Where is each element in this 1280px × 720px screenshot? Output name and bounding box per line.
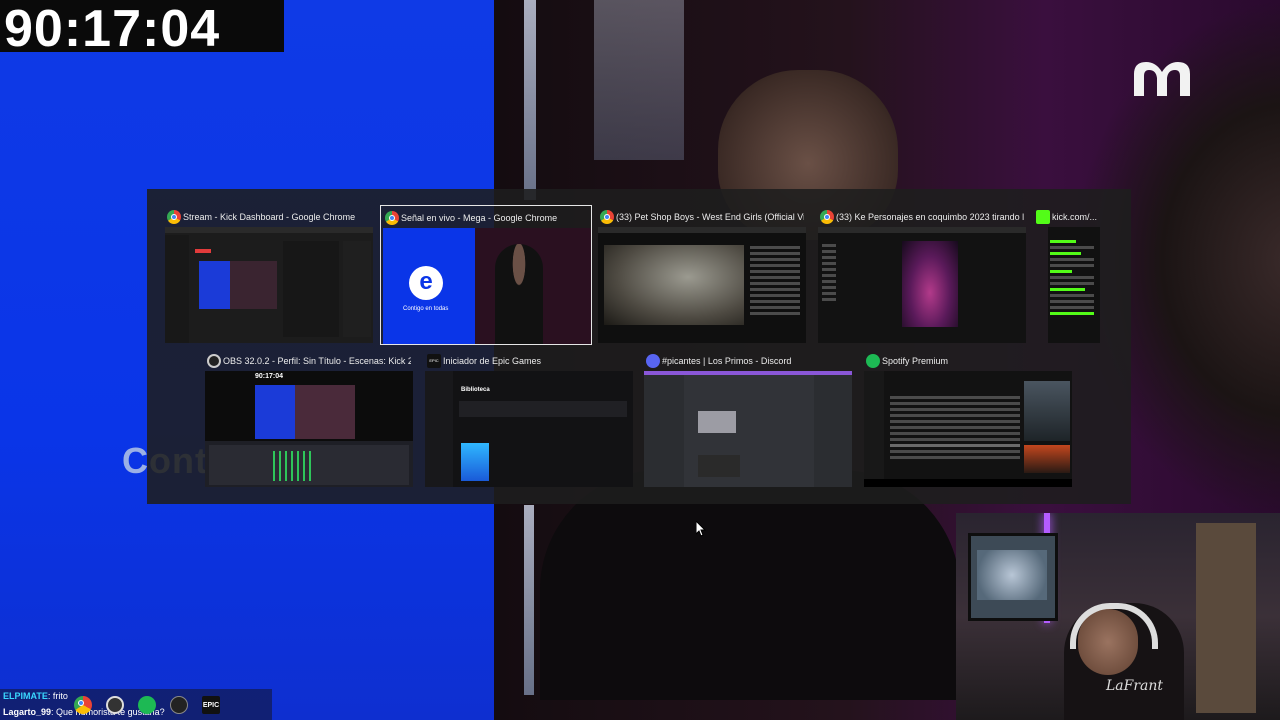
window-thumbnail: e Contigo en todas — [383, 228, 591, 344]
presenter — [495, 244, 543, 344]
chat-list — [1050, 237, 1094, 318]
shirt-text: LaFrant — [1106, 678, 1164, 694]
sidebar-list — [822, 241, 836, 304]
player-bar — [864, 479, 1072, 487]
presenter-body — [540, 470, 960, 700]
window-thumbnail: 90:17:04 — [205, 371, 413, 487]
chrome-icon[interactable] — [74, 696, 92, 714]
window-title: (33) Ke Personajes en coquimbo 2023 tira… — [836, 212, 1024, 222]
window-title: OBS 32.0.2 - Perfil: Sin Título - Escena… — [223, 356, 411, 366]
window-title: Iniciador de Epic Games — [443, 356, 542, 366]
browser-tabs — [818, 227, 1026, 233]
taskbar: EPIC — [74, 696, 220, 716]
window-title: (33) Pet Shop Boys - West End Girls (Off… — [616, 212, 804, 222]
curtain — [1196, 523, 1256, 713]
switcher-window-discord[interactable]: #picantes | Los Primos - Discord — [642, 349, 854, 489]
discord-icon — [646, 354, 660, 368]
switcher-window-kick-dashboard[interactable]: Stream - Kick Dashboard - Google Chrome — [163, 205, 375, 345]
spotify-library — [864, 371, 884, 487]
switcher-window-pet-shop-boys[interactable]: (33) Pet Shop Boys - West End Girls (Off… — [596, 205, 808, 345]
epic-icon[interactable]: EPIC — [202, 696, 220, 714]
switcher-window-kick[interactable]: kick.com/... — [1032, 205, 1128, 345]
video-player — [604, 245, 744, 325]
kick-icon — [1036, 210, 1050, 224]
window-title: #picantes | Los Primos - Discord — [662, 356, 792, 366]
chrome-icon — [820, 210, 834, 224]
obs-timer-text: 90:17:04 — [255, 373, 284, 380]
track-list — [890, 393, 1020, 462]
window-thumbnail — [1048, 227, 1100, 343]
stage-light-bar — [524, 505, 534, 695]
spotify-icon — [866, 354, 880, 368]
epic-sidebar — [425, 371, 453, 487]
chat-panel — [283, 241, 339, 337]
window-title: Señal en vivo - Mega - Google Chrome — [401, 213, 558, 223]
window-thumbnail — [864, 371, 1072, 487]
chrome-icon — [600, 210, 614, 224]
chrome-icon — [167, 210, 181, 224]
browser-tabs — [165, 227, 373, 233]
sidebar — [165, 235, 189, 343]
epic-icon: EPIC — [427, 354, 441, 368]
browser-tabs — [598, 227, 806, 233]
obs-icon — [207, 354, 221, 368]
fortnite-cover — [461, 443, 489, 481]
window-title: Spotify Premium — [882, 356, 949, 366]
stream-preview — [199, 261, 277, 309]
chat-text: frito — [52, 691, 68, 701]
message-image — [698, 455, 740, 477]
stage-light-bar — [524, 0, 536, 200]
window-title: Stream - Kick Dashboard - Google Chrome — [183, 212, 356, 222]
webcam-overlay: LaFrant — [956, 513, 1280, 720]
chrome-icon — [385, 211, 399, 225]
window-thumbnail: Biblioteca — [425, 371, 633, 487]
entel-logo-icon: e — [409, 266, 443, 300]
window-thumbnail — [598, 227, 806, 343]
tv-screen — [977, 550, 1047, 600]
chat-message: ELPIMATE: frito — [3, 691, 68, 701]
steam-icon[interactable] — [170, 696, 188, 714]
mouse-cursor-icon — [696, 521, 706, 537]
message-image — [698, 411, 736, 433]
obs-scene-preview — [255, 385, 355, 439]
spotify-icon[interactable] — [138, 696, 156, 714]
window-thumbnail — [165, 227, 373, 343]
window-title: kick.com/... — [1052, 212, 1098, 222]
video-player — [902, 241, 958, 327]
switcher-window-epic-games[interactable]: EPIC Iniciador de Epic Games Biblioteca — [423, 349, 635, 489]
chat-username: Lagarto_99 — [3, 707, 52, 717]
stage-light-bar — [594, 0, 684, 160]
window-thumbnail — [818, 227, 1026, 343]
switcher-window-spotify[interactable]: Spotify Premium — [862, 349, 1074, 489]
webcam-tv — [968, 533, 1058, 621]
mega-logo-icon — [1134, 62, 1190, 96]
now-playing-art — [1024, 445, 1070, 473]
status-badge — [195, 249, 211, 253]
chat-username: ELPIMATE — [3, 691, 48, 701]
thumb-slogan: Contigo en todas — [403, 306, 449, 312]
timer-text: 90:17:04 — [4, 0, 221, 58]
library-heading: Biblioteca — [461, 387, 490, 393]
obs-icon[interactable] — [106, 696, 124, 714]
chat-panel — [343, 241, 371, 337]
now-playing-art — [1024, 381, 1070, 441]
window-switcher: Stream - Kick Dashboard - Google Chrome … — [147, 189, 1131, 504]
switcher-window-obs[interactable]: OBS 32.0.2 - Perfil: Sin Título - Escena… — [203, 349, 415, 489]
switcher-window-ke-personajes[interactable]: (33) Ke Personajes en coquimbo 2023 tira… — [816, 205, 1028, 345]
recommended-list — [750, 243, 800, 318]
obs-audio-meter — [273, 451, 313, 481]
stream-timer: 90:17:04 — [0, 0, 284, 58]
promo-banner — [459, 401, 627, 417]
switcher-window-mega[interactable]: Señal en vivo - Mega - Google Chrome e C… — [380, 205, 592, 345]
member-list — [814, 375, 852, 487]
window-thumbnail — [644, 371, 852, 487]
channel-list — [644, 375, 684, 487]
